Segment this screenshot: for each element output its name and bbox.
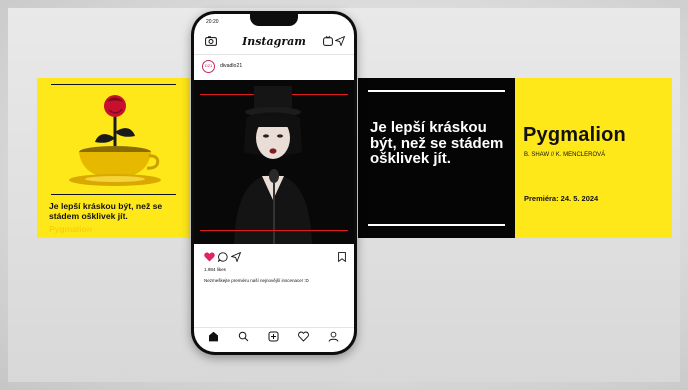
- bottom-rule: [368, 224, 505, 226]
- status-time: 20:20: [206, 19, 219, 25]
- post-header[interactable]: D21 divadlo21: [194, 56, 354, 78]
- top-rule: [368, 90, 505, 92]
- avatar[interactable]: D21: [202, 60, 215, 73]
- quote-text: Je lepší kráskou být, než se stádem oškl…: [370, 119, 504, 167]
- bookmark-icon[interactable]: [338, 252, 346, 262]
- poster-subtitle: Pygmalion: [49, 224, 92, 234]
- activity-icon[interactable]: [298, 331, 309, 342]
- header-divider: [194, 54, 354, 55]
- instagram-top-bar: Instagram: [194, 32, 354, 52]
- likes-count[interactable]: 1.984 likes: [204, 267, 226, 272]
- performer-photo: [234, 86, 312, 244]
- bottom-nav: [194, 329, 354, 345]
- red-line-bottom: [200, 230, 348, 232]
- phone-screen: 20:20 Instagram D21 divadlo21 1.984 like…: [194, 14, 354, 352]
- heart-icon[interactable]: [204, 252, 215, 262]
- nav-divider: [194, 327, 354, 328]
- post-caption: Nezmeškejte premiéru naší nejnovější ins…: [204, 278, 309, 283]
- phone-mockup: 20:20 Instagram D21 divadlo21 1.984 like…: [191, 11, 357, 355]
- left-poster-panel: Je lepší kráskou být, než se stádem oškl…: [37, 78, 190, 238]
- profile-icon[interactable]: [328, 331, 339, 342]
- share-icon[interactable]: [231, 252, 241, 262]
- premiere-date: Premiéra: 24. 5. 2024: [524, 194, 599, 203]
- play-authors: B. SHAW // K. MENCLEROVÁ: [524, 152, 606, 158]
- post-actions: [194, 251, 354, 265]
- post-image[interactable]: [194, 80, 354, 244]
- add-icon[interactable]: [268, 331, 279, 342]
- comment-icon[interactable]: [218, 252, 228, 262]
- phone-notch: [250, 14, 298, 26]
- username[interactable]: divadlo21: [220, 63, 242, 69]
- play-title: Pygmalion: [523, 124, 626, 146]
- poster-quote: Je lepší kráskou být, než se stádem oškl…: [49, 201, 163, 221]
- top-rule: [51, 84, 176, 85]
- search-icon[interactable]: [238, 331, 249, 342]
- igtv-icon[interactable]: [323, 36, 333, 46]
- home-icon[interactable]: [208, 331, 219, 342]
- right-title-panel: Pygmalion B. SHAW // K. MENCLEROVÁ Premi…: [515, 78, 672, 238]
- bottom-rule: [51, 194, 176, 195]
- send-icon[interactable]: [335, 36, 345, 46]
- teacup-rose-illustration: [69, 95, 161, 186]
- black-quote-panel: Je lepší kráskou být, než se stádem oškl…: [358, 78, 515, 238]
